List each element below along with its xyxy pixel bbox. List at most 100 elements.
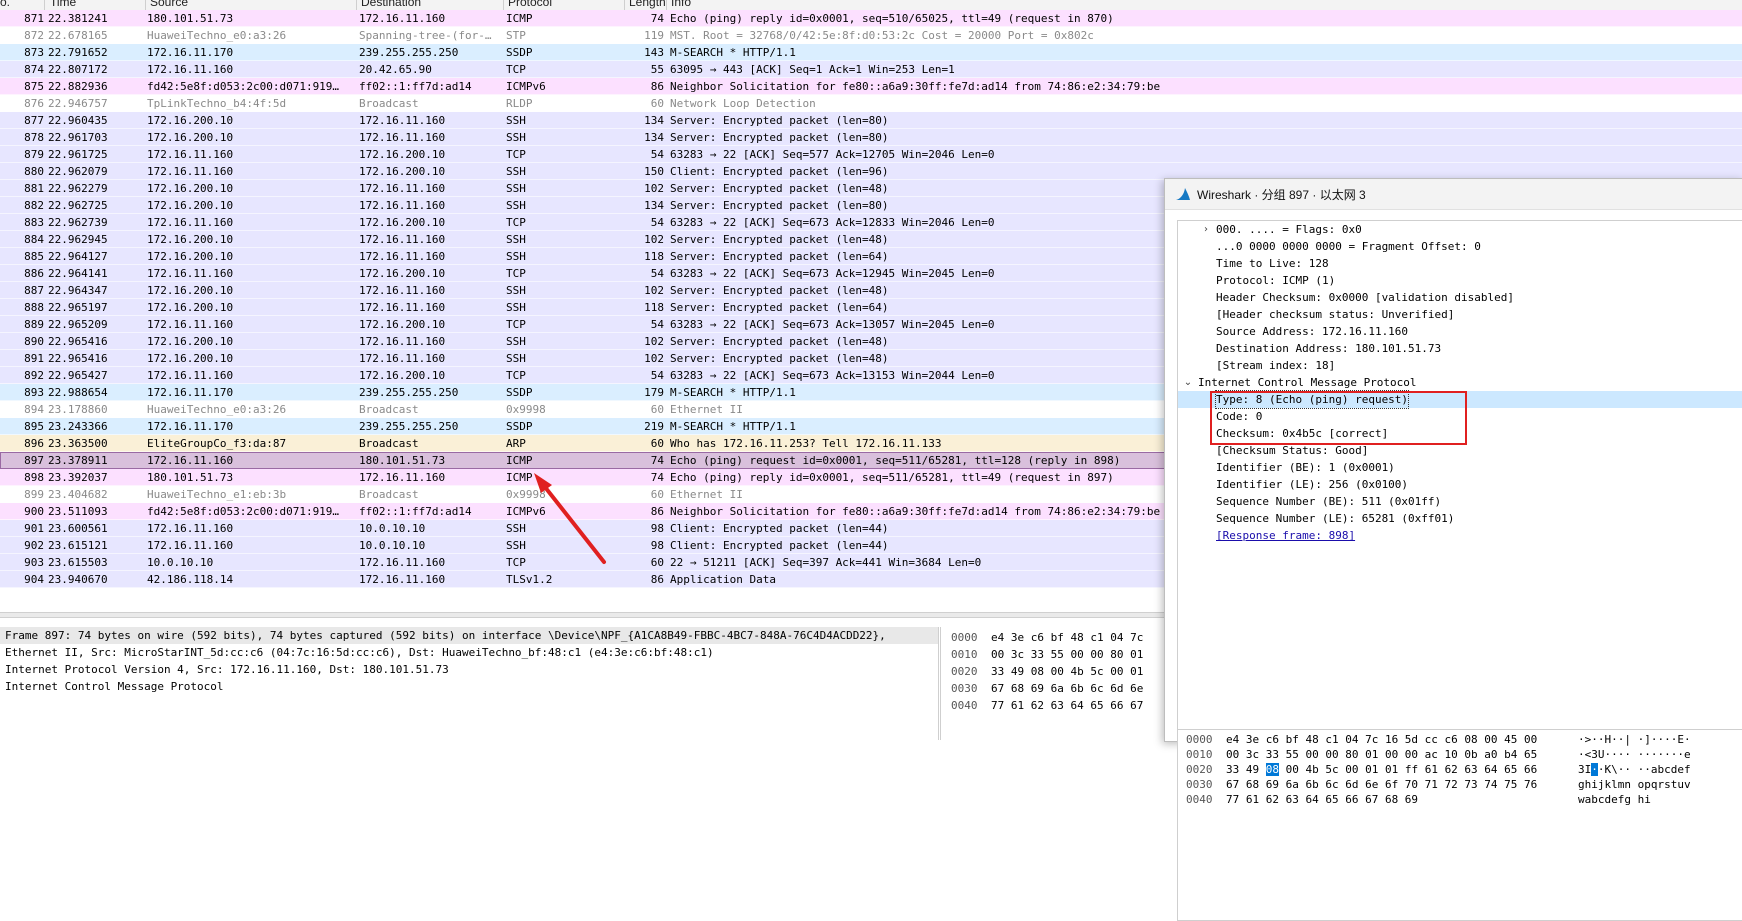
bytes-hex[interactable]: 67 68 69 6a 6b 6c 6d 6e 6f 70 71 72 73 7…: [1226, 777, 1537, 792]
packet-cell-src: 172.16.11.160: [147, 539, 234, 552]
column-header-destination[interactable]: Destination: [361, 0, 421, 9]
packet-popup-window[interactable]: Wireshark · 分组 897 · 以太网 3 › 000. .... = …: [1164, 178, 1742, 921]
detail-line-ethernet[interactable]: Ethernet II, Src: MicroStarINT_5d:cc:c6 …: [0, 644, 938, 661]
tree-item[interactable]: Destination Address: 180.101.51.73: [1178, 340, 1742, 357]
bytes-offset: 0040: [951, 699, 978, 712]
bytes-hex[interactable]: 33 49 08 00 4b 5c 00 01 01 ff 61 62 63 6…: [1226, 762, 1537, 777]
tree-item[interactable]: [Response frame: 898]: [1178, 527, 1742, 544]
packet-cell-len: 150: [644, 165, 664, 178]
bytes-hex[interactable]: 00 3c 33 55 00 00 80 01 00 00 ac 10 0b a…: [1226, 747, 1537, 762]
packet-cell-dst: 172.16.11.160: [359, 335, 446, 348]
bytes-hex[interactable]: 33 49 08 00 4b 5c 00 01: [991, 663, 1143, 680]
popup-details-tree[interactable]: › 000. .... = Flags: 0x0 ...0 0000 0000 00…: [1177, 220, 1742, 730]
packet-cell-time: 22.381241: [48, 12, 108, 25]
tree-item[interactable]: Sequence Number (LE): 65281 (0xff01): [1178, 510, 1742, 527]
column-separator[interactable]: [666, 0, 667, 10]
column-separator[interactable]: [503, 0, 504, 10]
packet-cell-info: 63283 → 22 [ACK] Seq=577 Ack=12705 Win=2…: [670, 148, 995, 161]
bytes-ascii[interactable]: ghijklmn opqrstuv: [1578, 777, 1691, 792]
detail-line-ipv4[interactable]: Internet Protocol Version 4, Src: 172.16…: [0, 661, 938, 678]
packet-cell-no: 871: [24, 12, 44, 25]
tree-item[interactable]: Header Checksum: 0x0000 [validation disa…: [1178, 289, 1742, 306]
tree-item[interactable]: Type: 8 (Echo (ping) request): [1178, 390, 1742, 409]
packet-row[interactable]: 875 22.882936 fd42:5e8f:d053:2c00:d071:919…: [0, 78, 1742, 95]
column-header-protocol[interactable]: Protocol: [508, 0, 552, 9]
tree-item[interactable]: Identifier (BE): 1 (0x0001): [1178, 459, 1742, 476]
packet-cell-time: 22.946757: [48, 97, 108, 110]
packet-cell-time: 22.678165: [48, 29, 108, 42]
bytes-hex[interactable]: 67 68 69 6a 6b 6c 6d 6e: [991, 680, 1143, 697]
bytes-row[interactable]: 0030 67 68 69 6a 6b 6c 6d 6e: [941, 680, 1166, 697]
tree-item[interactable]: › 000. .... = Flags: 0x0: [1178, 221, 1742, 238]
detail-line-frame[interactable]: Frame 897: 74 bytes on wire (592 bits), …: [0, 627, 938, 644]
column-header-time[interactable]: Time: [50, 0, 76, 9]
packet-cell-src: 172.16.11.160: [147, 216, 234, 229]
packet-cell-time: 22.962279: [48, 182, 108, 195]
bytes-ascii[interactable]: 3I··K\·· ··abcdef: [1578, 762, 1691, 777]
packet-cell-proto: RLDP: [506, 97, 533, 110]
packet-row[interactable]: 874 22.807172 172.16.11.160 20.42.65.90 TCP 5…: [0, 61, 1742, 78]
tree-item-label: [Header checksum status: Unverified]: [1216, 308, 1455, 321]
packet-row[interactable]: 872 22.678165 HuaweiTechno_e0:a3:26 Spannin…: [0, 27, 1742, 44]
tree-item[interactable]: Protocol: ICMP (1): [1178, 272, 1742, 289]
collapse-arrow-icon[interactable]: ⌄: [1182, 374, 1194, 391]
bytes-row[interactable]: 0040 77 61 62 63 64 65 66 67: [941, 697, 1166, 714]
tree-item[interactable]: Checksum: 0x4b5c [correct]: [1178, 425, 1742, 442]
bytes-hex[interactable]: e4 3e c6 bf 48 c1 04 7c: [991, 629, 1143, 646]
bytes-offset: 0020: [951, 665, 978, 678]
popup-bytes-pane[interactable]: 0000 e4 3e c6 bf 48 c1 04 7c 16 5d cc c6 …: [1177, 729, 1742, 921]
column-separator[interactable]: [145, 0, 146, 10]
bytes-hex[interactable]: 77 61 62 63 64 65 66 67: [991, 697, 1143, 714]
packet-row[interactable]: 878 22.961703 172.16.200.10 172.16.11.160 SS…: [0, 129, 1742, 146]
bytes-row[interactable]: 0020 33 49 08 00 4b 5c 00 01: [941, 663, 1166, 680]
column-header-info[interactable]: Info: [671, 0, 691, 9]
expand-arrow-icon[interactable]: ›: [1200, 221, 1212, 238]
column-separator[interactable]: [44, 0, 45, 10]
packet-details-pane[interactable]: Frame 897: 74 bytes on wire (592 bits), …: [0, 627, 939, 740]
tree-item[interactable]: Source Address: 172.16.11.160: [1178, 323, 1742, 340]
packet-row[interactable]: 876 22.946757 TpLinkTechno_b4:4f:5d Broadca…: [0, 95, 1742, 112]
packet-cell-dst: Broadcast: [359, 97, 419, 110]
packet-cell-src: 172.16.11.160: [147, 165, 234, 178]
bytes-ascii[interactable]: wabcdefg hi: [1578, 792, 1651, 807]
tree-item[interactable]: Identifier (LE): 256 (0x0100): [1178, 476, 1742, 493]
bytes-row[interactable]: 0010 00 3c 33 55 00 00 80 01: [941, 646, 1166, 663]
packet-row[interactable]: 871 22.381241 180.101.51.73 172.16.11.160 IC…: [0, 10, 1742, 27]
packet-cell-proto: TCP: [506, 318, 526, 331]
bytes-hex[interactable]: 77 61 62 63 64 65 66 67 68 69: [1226, 792, 1418, 807]
bytes-ascii[interactable]: ·<3U···· ·······e: [1578, 747, 1691, 762]
packet-cell-no: 889: [24, 318, 44, 331]
packet-cell-proto: TCP: [506, 267, 526, 280]
bytes-hex[interactable]: 00 3c 33 55 00 00 80 01: [991, 646, 1143, 663]
detail-line-icmp[interactable]: Internet Control Message Protocol: [0, 678, 938, 695]
tree-item[interactable]: ...0 0000 0000 0000 = Fragment Offset: 0: [1178, 238, 1742, 255]
column-separator[interactable]: [624, 0, 625, 10]
packet-row[interactable]: 877 22.960435 172.16.200.10 172.16.11.160 SS…: [0, 112, 1742, 129]
packet-cell-no: 880: [24, 165, 44, 178]
response-frame-link[interactable]: [Response frame: 898]: [1216, 527, 1355, 544]
column-header-source[interactable]: Source: [150, 0, 188, 9]
tree-item[interactable]: [Checksum Status: Good]: [1178, 442, 1742, 459]
tree-item[interactable]: ⌄ Internet Control Message Protocol: [1178, 374, 1742, 391]
column-separator[interactable]: [356, 0, 357, 10]
tree-item[interactable]: Code: 0: [1178, 408, 1742, 425]
packet-bytes-pane[interactable]: 0000 e4 3e c6 bf 48 c1 04 7c 0010 00 3c 33…: [940, 627, 1166, 740]
popup-bytes-row[interactable]: 0020 33 49 08 00 4b 5c 00 01 01 ff 61 62 …: [1178, 762, 1742, 777]
popup-bytes-row[interactable]: 0010 00 3c 33 55 00 00 80 01 00 00 ac 10 …: [1178, 747, 1742, 762]
packet-row[interactable]: 873 22.791652 172.16.11.170 239.255.255.250…: [0, 44, 1742, 61]
tree-item[interactable]: [Stream index: 18]: [1178, 357, 1742, 374]
popup-titlebar[interactable]: Wireshark · 分组 897 · 以太网 3: [1165, 179, 1742, 210]
popup-bytes-row[interactable]: 0040 77 61 62 63 64 65 66 67 68 69 wabcdef…: [1178, 792, 1742, 807]
packet-cell-src: 172.16.11.170: [147, 46, 234, 59]
column-header-no[interactable]: o.: [0, 0, 10, 9]
packet-cell-time: 22.882936: [48, 80, 108, 93]
popup-bytes-row[interactable]: 0030 67 68 69 6a 6b 6c 6d 6e 6f 70 71 72 …: [1178, 777, 1742, 792]
packet-row[interactable]: 879 22.961725 172.16.11.160 172.16.200.10 TC…: [0, 146, 1742, 163]
tree-item[interactable]: [Header checksum status: Unverified]: [1178, 306, 1742, 323]
packet-cell-no: 887: [24, 284, 44, 297]
bytes-row[interactable]: 0000 e4 3e c6 bf 48 c1 04 7c: [941, 629, 1166, 646]
tree-item[interactable]: Time to Live: 128: [1178, 255, 1742, 272]
packet-cell-proto: SSH: [506, 165, 526, 178]
tree-item[interactable]: Sequence Number (BE): 511 (0x01ff): [1178, 493, 1742, 510]
column-header-length[interactable]: Length: [629, 0, 666, 9]
